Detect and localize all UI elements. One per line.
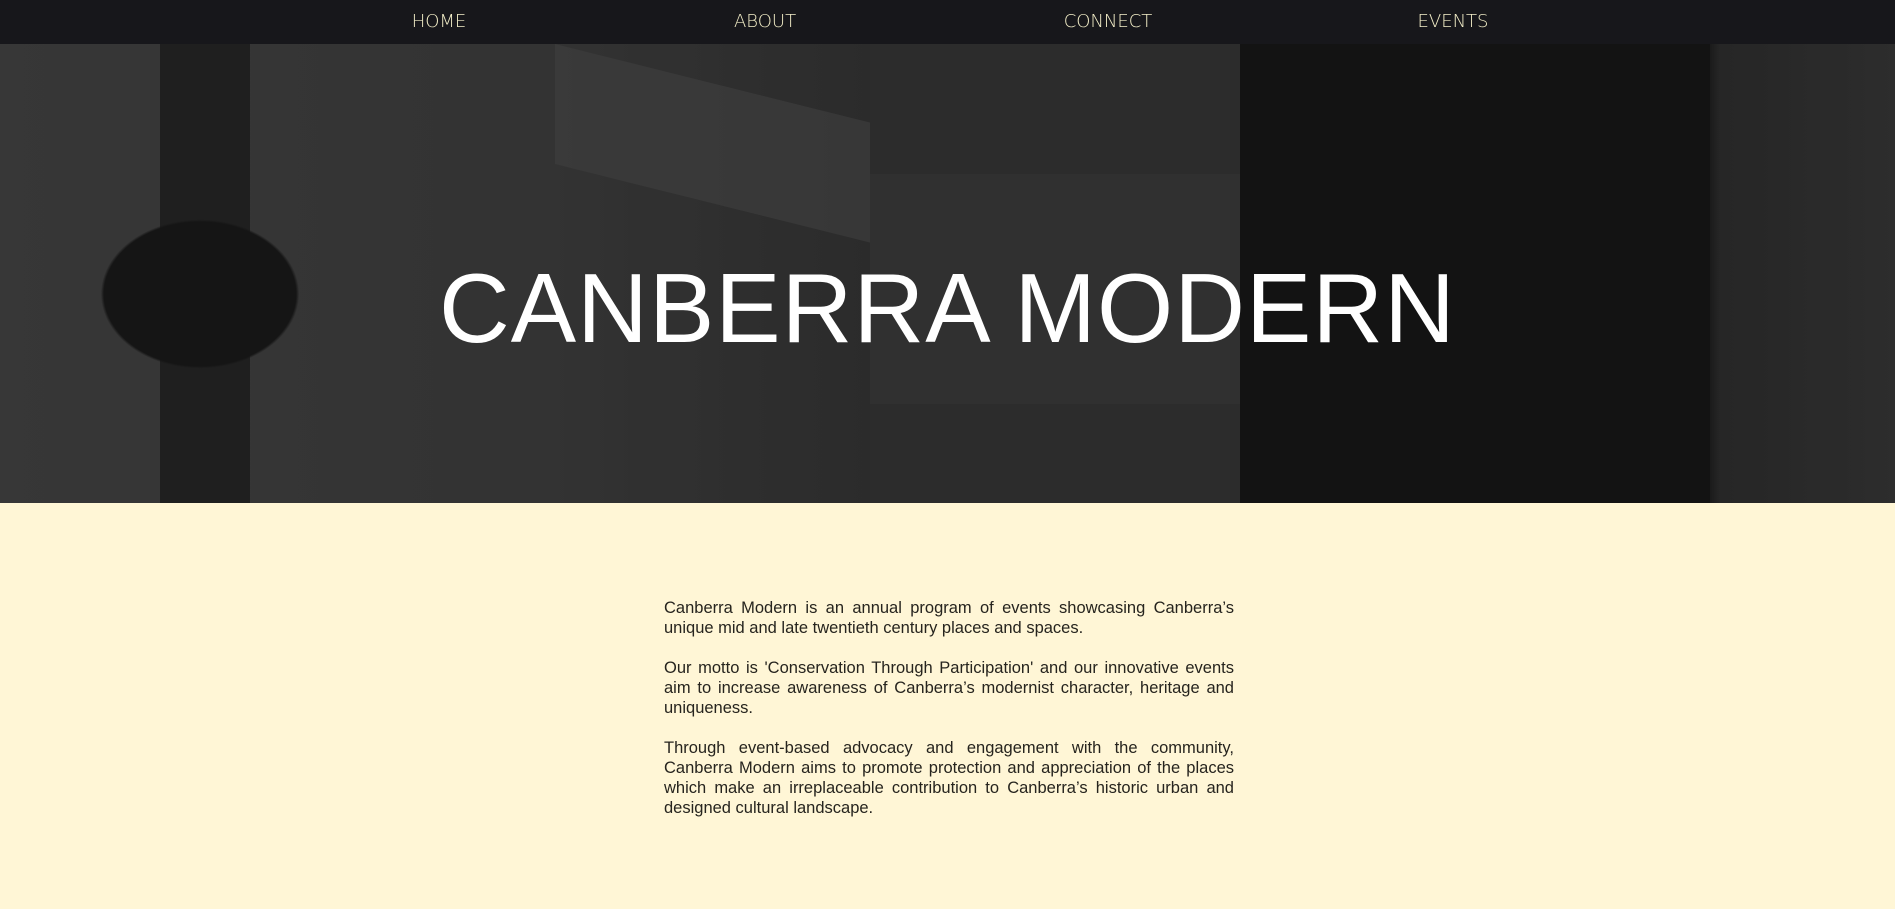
- intro-paragraph: Through event-based advocacy and engagem…: [664, 739, 1234, 817]
- nav-events[interactable]: EVENTS: [1418, 11, 1489, 32]
- intro-paragraph: Our motto is 'Conservation Through Parti…: [664, 659, 1234, 717]
- page-title: CANBERRA MODERN: [439, 253, 1456, 363]
- intro-paragraph: Canberra Modern is an annual program of …: [664, 599, 1234, 637]
- top-navigation: HOME ABOUT CONNECT EVENTS: [0, 0, 1895, 44]
- nav-about[interactable]: ABOUT: [734, 11, 796, 32]
- nav-connect[interactable]: CONNECT: [1064, 11, 1153, 32]
- hero-banner-image: CANBERRA MODERN: [0, 44, 1895, 503]
- nav-home[interactable]: HOME: [412, 11, 467, 32]
- intro-text: Canberra Modern is an annual program of …: [664, 598, 1234, 838]
